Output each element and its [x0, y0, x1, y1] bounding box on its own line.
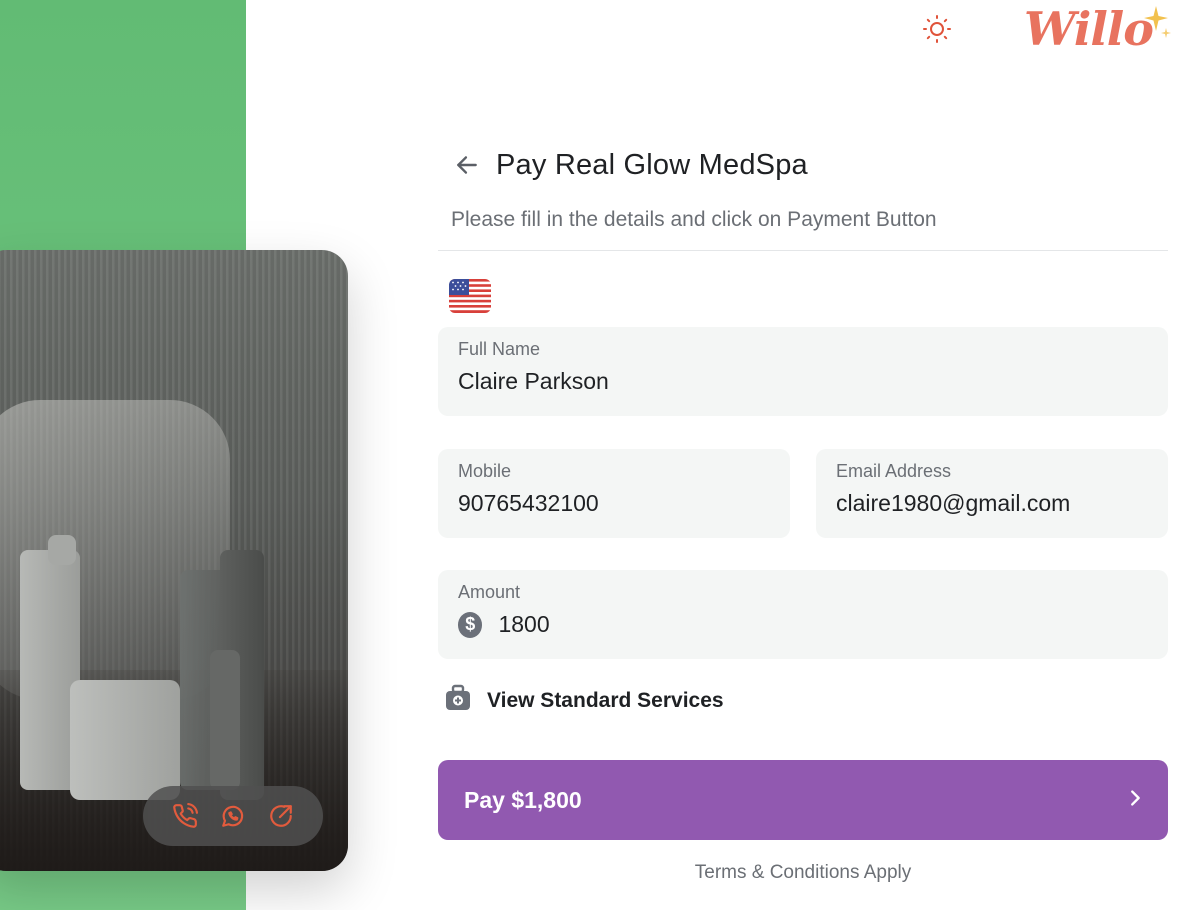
back-arrow-icon[interactable] — [452, 150, 482, 180]
photo-bottle — [48, 535, 76, 565]
contact-actions-pill — [143, 786, 323, 846]
full-name-label: Full Name — [458, 339, 541, 359]
amount-input[interactable] — [498, 611, 1148, 638]
terms-link[interactable]: Terms & Conditions Apply — [438, 862, 1168, 884]
mobile-field[interactable]: Mobile — [438, 449, 790, 538]
page-title: Pay Real Glow MedSpa — [496, 148, 808, 181]
spa-photo-card — [0, 250, 348, 871]
mobile-label: Mobile — [458, 461, 512, 481]
email-field[interactable]: Email Address — [816, 449, 1168, 538]
contact-fields-row: Mobile Email Address — [438, 449, 1168, 538]
form-subtitle: Please fill in the details and click on … — [451, 208, 937, 231]
us-flag-icon[interactable] — [449, 279, 491, 313]
full-name-input[interactable] — [458, 368, 1148, 395]
divider — [438, 250, 1168, 251]
payment-form: Pay Real Glow MedSpa Please fill in the … — [438, 140, 1168, 884]
sparkle-icon — [1142, 4, 1172, 45]
amount-label: Amount — [458, 582, 521, 602]
dollar-icon: $ — [458, 611, 483, 638]
view-services-label: View Standard Services — [487, 688, 724, 712]
medical-kit-icon — [443, 683, 473, 718]
amount-line: $ — [458, 611, 1148, 638]
whatsapp-icon[interactable] — [218, 801, 248, 831]
brand-logo[interactable]: Willo — [1024, 2, 1154, 56]
pay-button[interactable]: Pay $1,800 — [438, 760, 1168, 840]
email-input[interactable] — [836, 490, 1148, 517]
chevron-right-icon — [1124, 787, 1146, 814]
share-arrow-icon[interactable] — [266, 801, 296, 831]
form-header: Pay Real Glow MedSpa — [438, 140, 1168, 190]
sun-icon[interactable] — [920, 12, 954, 46]
mobile-input[interactable] — [458, 490, 770, 517]
email-label: Email Address — [836, 461, 952, 481]
phone-icon[interactable] — [170, 801, 200, 831]
photo-bottle — [210, 650, 240, 790]
photo-bottle — [70, 680, 180, 800]
view-services-link[interactable]: View Standard Services — [438, 683, 1168, 718]
pay-button-label: Pay $1,800 — [464, 786, 582, 813]
amount-field[interactable]: Amount $ — [438, 570, 1168, 659]
full-name-field[interactable]: Full Name — [438, 327, 1168, 416]
